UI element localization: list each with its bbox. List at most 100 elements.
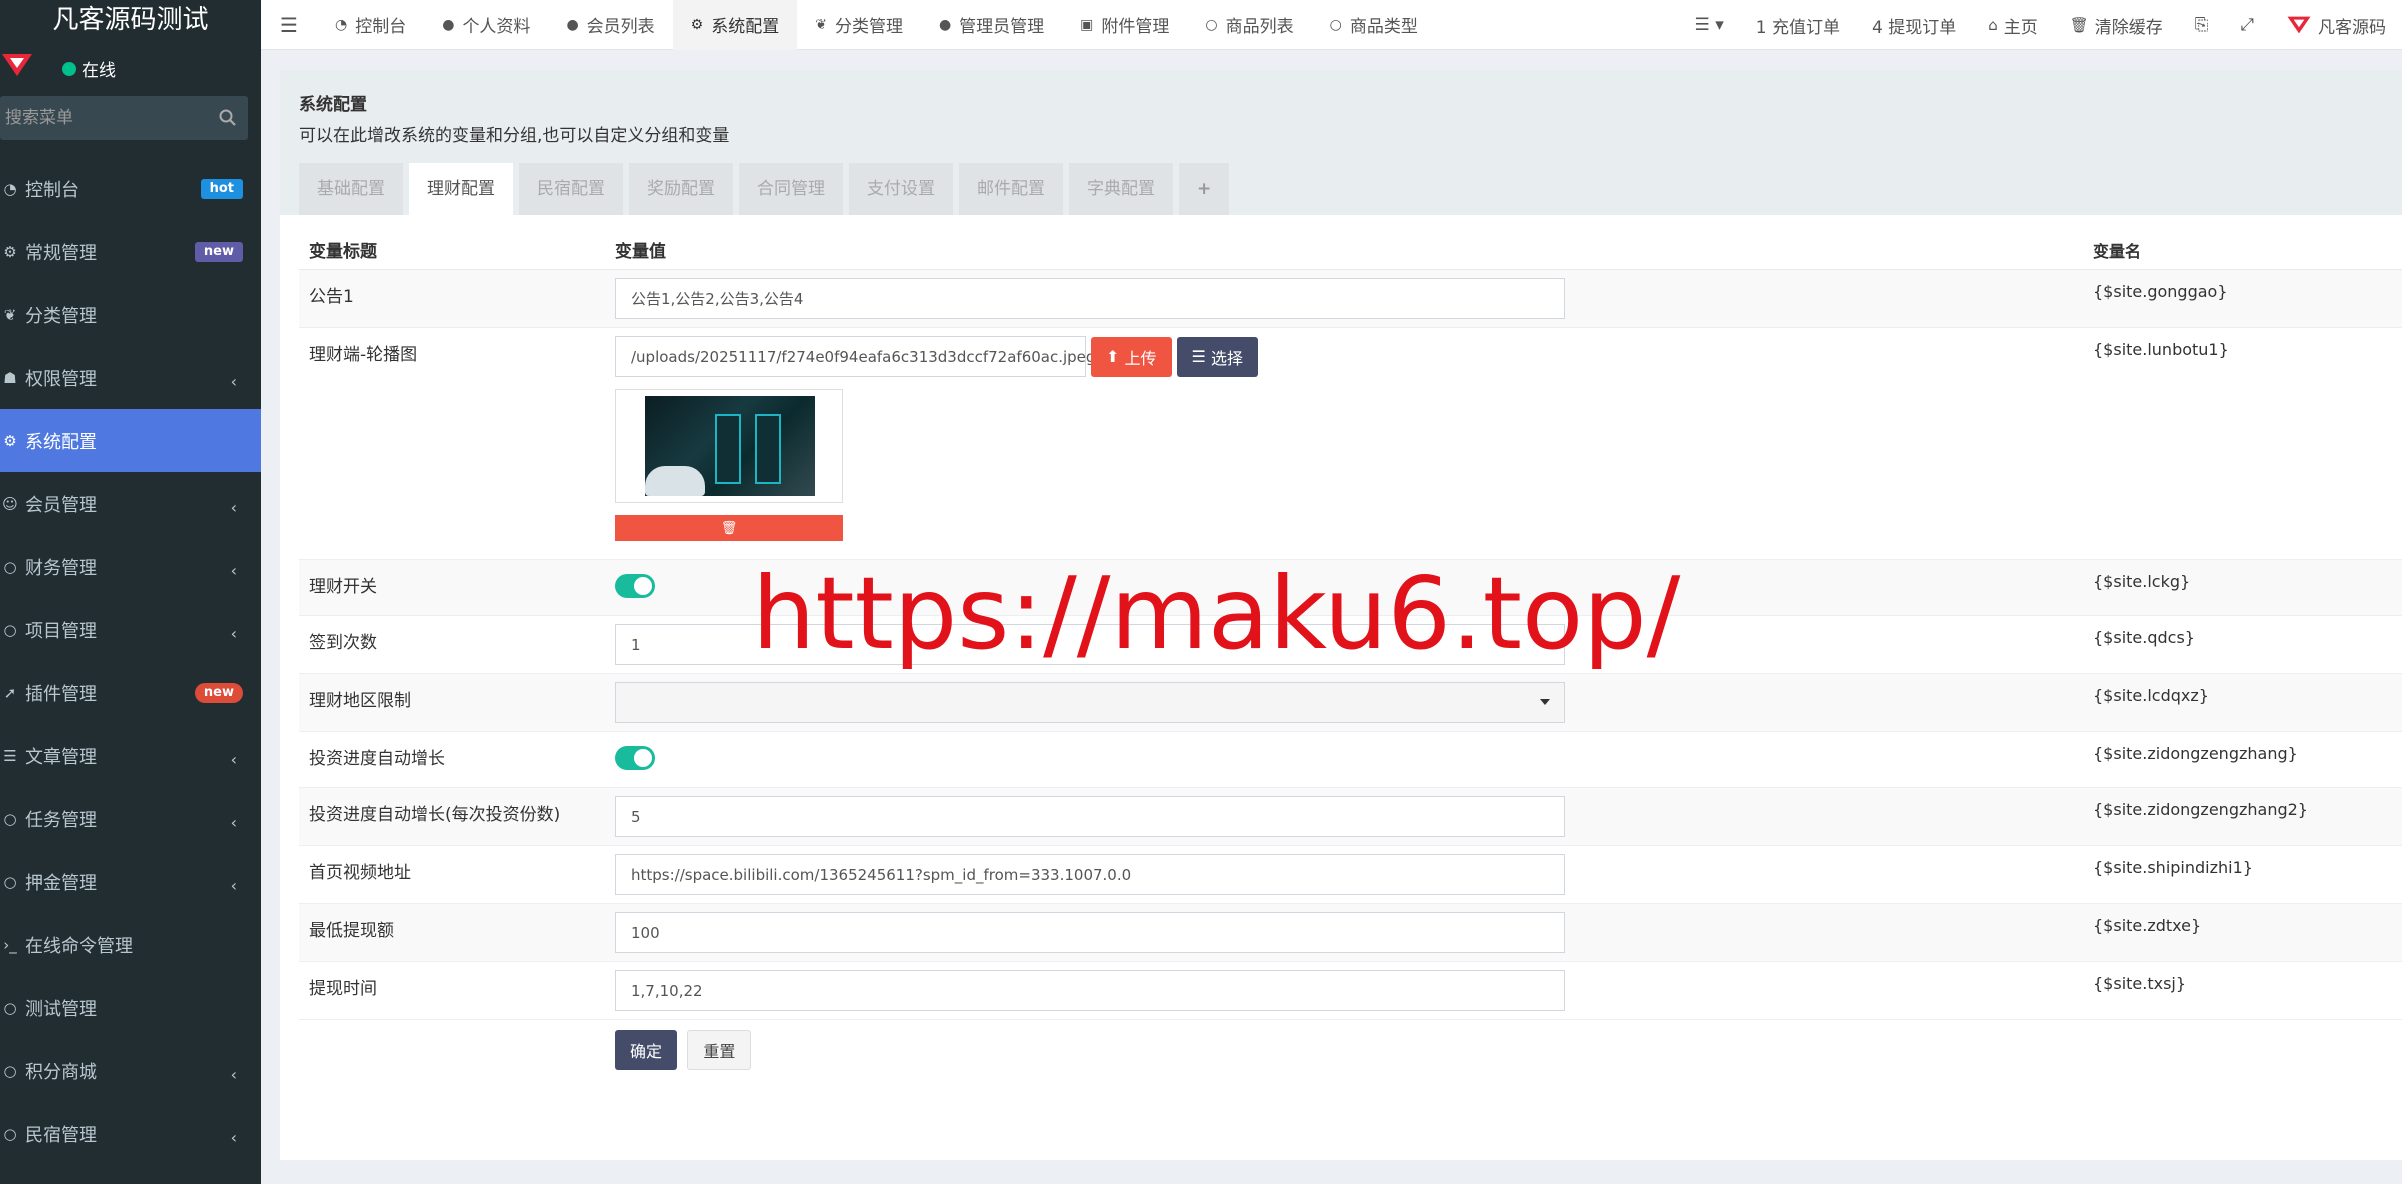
clear-cache-label: 清除缓存	[2094, 17, 2163, 38]
image-path-input[interactable]: /uploads/20251117/f274e0f94eafa6c313d3dc…	[615, 336, 1095, 377]
row-var: {$site.qdcs}	[2093, 628, 2195, 647]
home-link[interactable]: ⌂ 主页	[1972, 13, 2054, 38]
finance-switch[interactable]	[615, 574, 655, 598]
sidebar-item-category[interactable]: ❦ 分类管理	[0, 283, 261, 346]
reset-button[interactable]: 重置	[687, 1030, 752, 1070]
withdraw-orders-link[interactable]: 4 提现订单	[1856, 13, 1972, 38]
fullscreen-icon[interactable]: ⤢	[2224, 15, 2270, 35]
config-tab-email[interactable]: 邮件配置	[959, 163, 1063, 215]
config-tab-homestay[interactable]: 民宿配置	[519, 163, 623, 215]
config-tab-contract[interactable]: 合同管理	[739, 163, 843, 215]
chevron-left-icon: ‹	[230, 372, 237, 391]
auto-growth-amount-input[interactable]: 5	[615, 796, 1565, 837]
withdraw-time-input[interactable]: 1,7,10,22	[615, 970, 1565, 1011]
row-title: 最低提现额	[309, 921, 394, 941]
config-tab-dictionary[interactable]: 字典配置	[1069, 163, 1173, 215]
video-url-input[interactable]: https://space.bilibili.com/1365245611?sp…	[615, 854, 1565, 895]
sidebar-item-online-command[interactable]: ›_ 在线命令管理	[0, 913, 261, 976]
tab-admin[interactable]: ● 管理员管理	[921, 0, 1062, 50]
config-tab-payment[interactable]: 支付设置	[849, 163, 953, 215]
sidebar-menu: ◔ 控制台 hot ⚙ 常规管理 new ❦ 分类管理 ☗ 权限管理 ‹ ⚙ 系…	[0, 157, 261, 1165]
tab-system-config[interactable]: ⚙ 系统配置	[672, 0, 798, 50]
leaf-icon: ❦	[815, 16, 827, 33]
language-icon[interactable]: ⎘	[2179, 15, 2225, 35]
sidebar-item-dashboard[interactable]: ◔ 控制台 hot	[0, 157, 261, 220]
config-tab-finance[interactable]: 理财配置	[409, 163, 513, 215]
sidebar-item-system-config[interactable]: ⚙ 系统配置	[0, 409, 261, 472]
submit-button[interactable]: 确定	[615, 1030, 678, 1070]
clear-cache-button[interactable]: 🗑 清除缓存	[2054, 13, 2179, 38]
region-select[interactable]	[615, 682, 1565, 723]
row-var: {$site.txsj}	[2093, 974, 2187, 993]
chevron-left-icon: ‹	[230, 624, 237, 643]
chevron-left-icon: ‹	[230, 561, 237, 580]
sidebar-item-label: 测试管理	[25, 998, 97, 1020]
header-title: 变量标题	[309, 242, 377, 262]
sidebar-item-articles[interactable]: ☰ 文章管理 ‹	[0, 724, 261, 787]
sidebar-item-deposit[interactable]: ○ 押金管理 ‹	[0, 850, 261, 913]
sidebar-item-points-mall[interactable]: ○ 积分商城 ‹	[0, 1039, 261, 1102]
online-status-label: 在线	[82, 61, 116, 81]
new-badge: new	[194, 242, 243, 262]
chevron-left-icon: ‹	[230, 750, 237, 769]
tab-category[interactable]: ❦ 分类管理	[797, 0, 921, 50]
delete-image-button[interactable]: 🗑	[615, 515, 843, 541]
circle-icon: ○	[1205, 16, 1218, 33]
form-actions: 确定 重置	[299, 1020, 2402, 1078]
sidebar-item-members[interactable]: ☺ 会员管理 ‹	[0, 472, 261, 535]
auto-growth-switch[interactable]	[615, 746, 655, 770]
search-input[interactable]	[0, 96, 200, 140]
image-preview[interactable]	[615, 389, 843, 503]
circle-icon: ○	[3, 998, 17, 1017]
list-icon: ☰	[1191, 347, 1211, 366]
sidebar-item-auth[interactable]: ☗ 权限管理 ‹	[0, 346, 261, 409]
table-row: 理财端-轮播图 /uploads/20251117/f274e0f94eafa6…	[299, 328, 2402, 560]
circle-icon: ○	[3, 557, 17, 576]
online-status: 在线	[62, 56, 116, 81]
sidebar-item-label: 分类管理	[25, 305, 97, 327]
sidebar-toggle-icon[interactable]: ☰	[261, 13, 317, 37]
user-menu[interactable]: 凡客源码	[2270, 13, 2402, 38]
sidebar-item-finance[interactable]: ○ 财务管理 ‹	[0, 535, 261, 598]
tab-product-type[interactable]: ○ 商品类型	[1312, 0, 1436, 50]
sidebar-item-homestay[interactable]: ○ 民宿管理 ‹	[0, 1102, 261, 1165]
config-tabs: 基础配置 理财配置 民宿配置 奖励配置 合同管理 支付设置 邮件配置 字典配置 …	[299, 163, 1235, 215]
recharge-orders-link[interactable]: 1 充值订单	[1740, 13, 1856, 38]
circle-icon: ○	[3, 1124, 17, 1143]
sidebar-item-test[interactable]: ○ 测试管理	[0, 976, 261, 1039]
tab-label: 附件管理	[1101, 17, 1170, 37]
more-tabs-dropdown[interactable]: ☰ ▾	[1679, 15, 1740, 35]
tab-product-list[interactable]: ○ 商品列表	[1187, 0, 1311, 50]
tab-label: 分类管理	[834, 17, 903, 37]
search-icon[interactable]	[218, 108, 238, 128]
notice-input[interactable]: 公告1,公告2,公告3,公告4	[615, 278, 1565, 319]
app-logo[interactable]: 凡客源码测试	[0, 0, 261, 50]
sidebar-item-tasks[interactable]: ○ 任务管理 ‹	[0, 787, 261, 850]
sidebar-item-plugins[interactable]: ➚ 插件管理 new	[0, 661, 261, 724]
sidebar-item-label: 会员管理	[25, 494, 97, 516]
header-value: 变量值	[615, 242, 666, 262]
row-title: 公告1	[309, 287, 354, 307]
sidebar-item-projects[interactable]: ○ 项目管理 ‹	[0, 598, 261, 661]
chevron-left-icon: ‹	[230, 1128, 237, 1147]
gear-icon: ⚙	[690, 16, 704, 33]
upload-label: 上传	[1124, 348, 1157, 368]
tab-member-list[interactable]: ● 会员列表	[548, 0, 672, 50]
add-tab-button[interactable]: +	[1179, 163, 1230, 215]
sidebar-item-label: 民宿管理	[25, 1124, 97, 1146]
sidebar-item-label: 文章管理	[25, 746, 97, 768]
select-button[interactable]: ☰ 选择	[1176, 336, 1258, 377]
circle-icon: ○	[3, 1061, 17, 1080]
tab-dashboard[interactable]: ◔ 控制台	[317, 0, 424, 50]
list-icon: ☰ ▾	[1694, 15, 1724, 35]
circle-icon: ○	[3, 809, 17, 828]
tab-attachments[interactable]: ▣ 附件管理	[1062, 0, 1187, 50]
tab-profile[interactable]: ● 个人资料	[424, 0, 548, 50]
tab-label: 商品类型	[1349, 17, 1418, 37]
user-circle-icon: ☺	[2, 494, 18, 513]
min-withdraw-input[interactable]: 100	[615, 912, 1565, 953]
sidebar-item-general[interactable]: ⚙ 常规管理 new	[0, 220, 261, 283]
config-tab-basic[interactable]: 基础配置	[299, 163, 403, 215]
upload-button[interactable]: ⬆ 上传	[1091, 336, 1172, 377]
config-tab-reward[interactable]: 奖励配置	[629, 163, 733, 215]
